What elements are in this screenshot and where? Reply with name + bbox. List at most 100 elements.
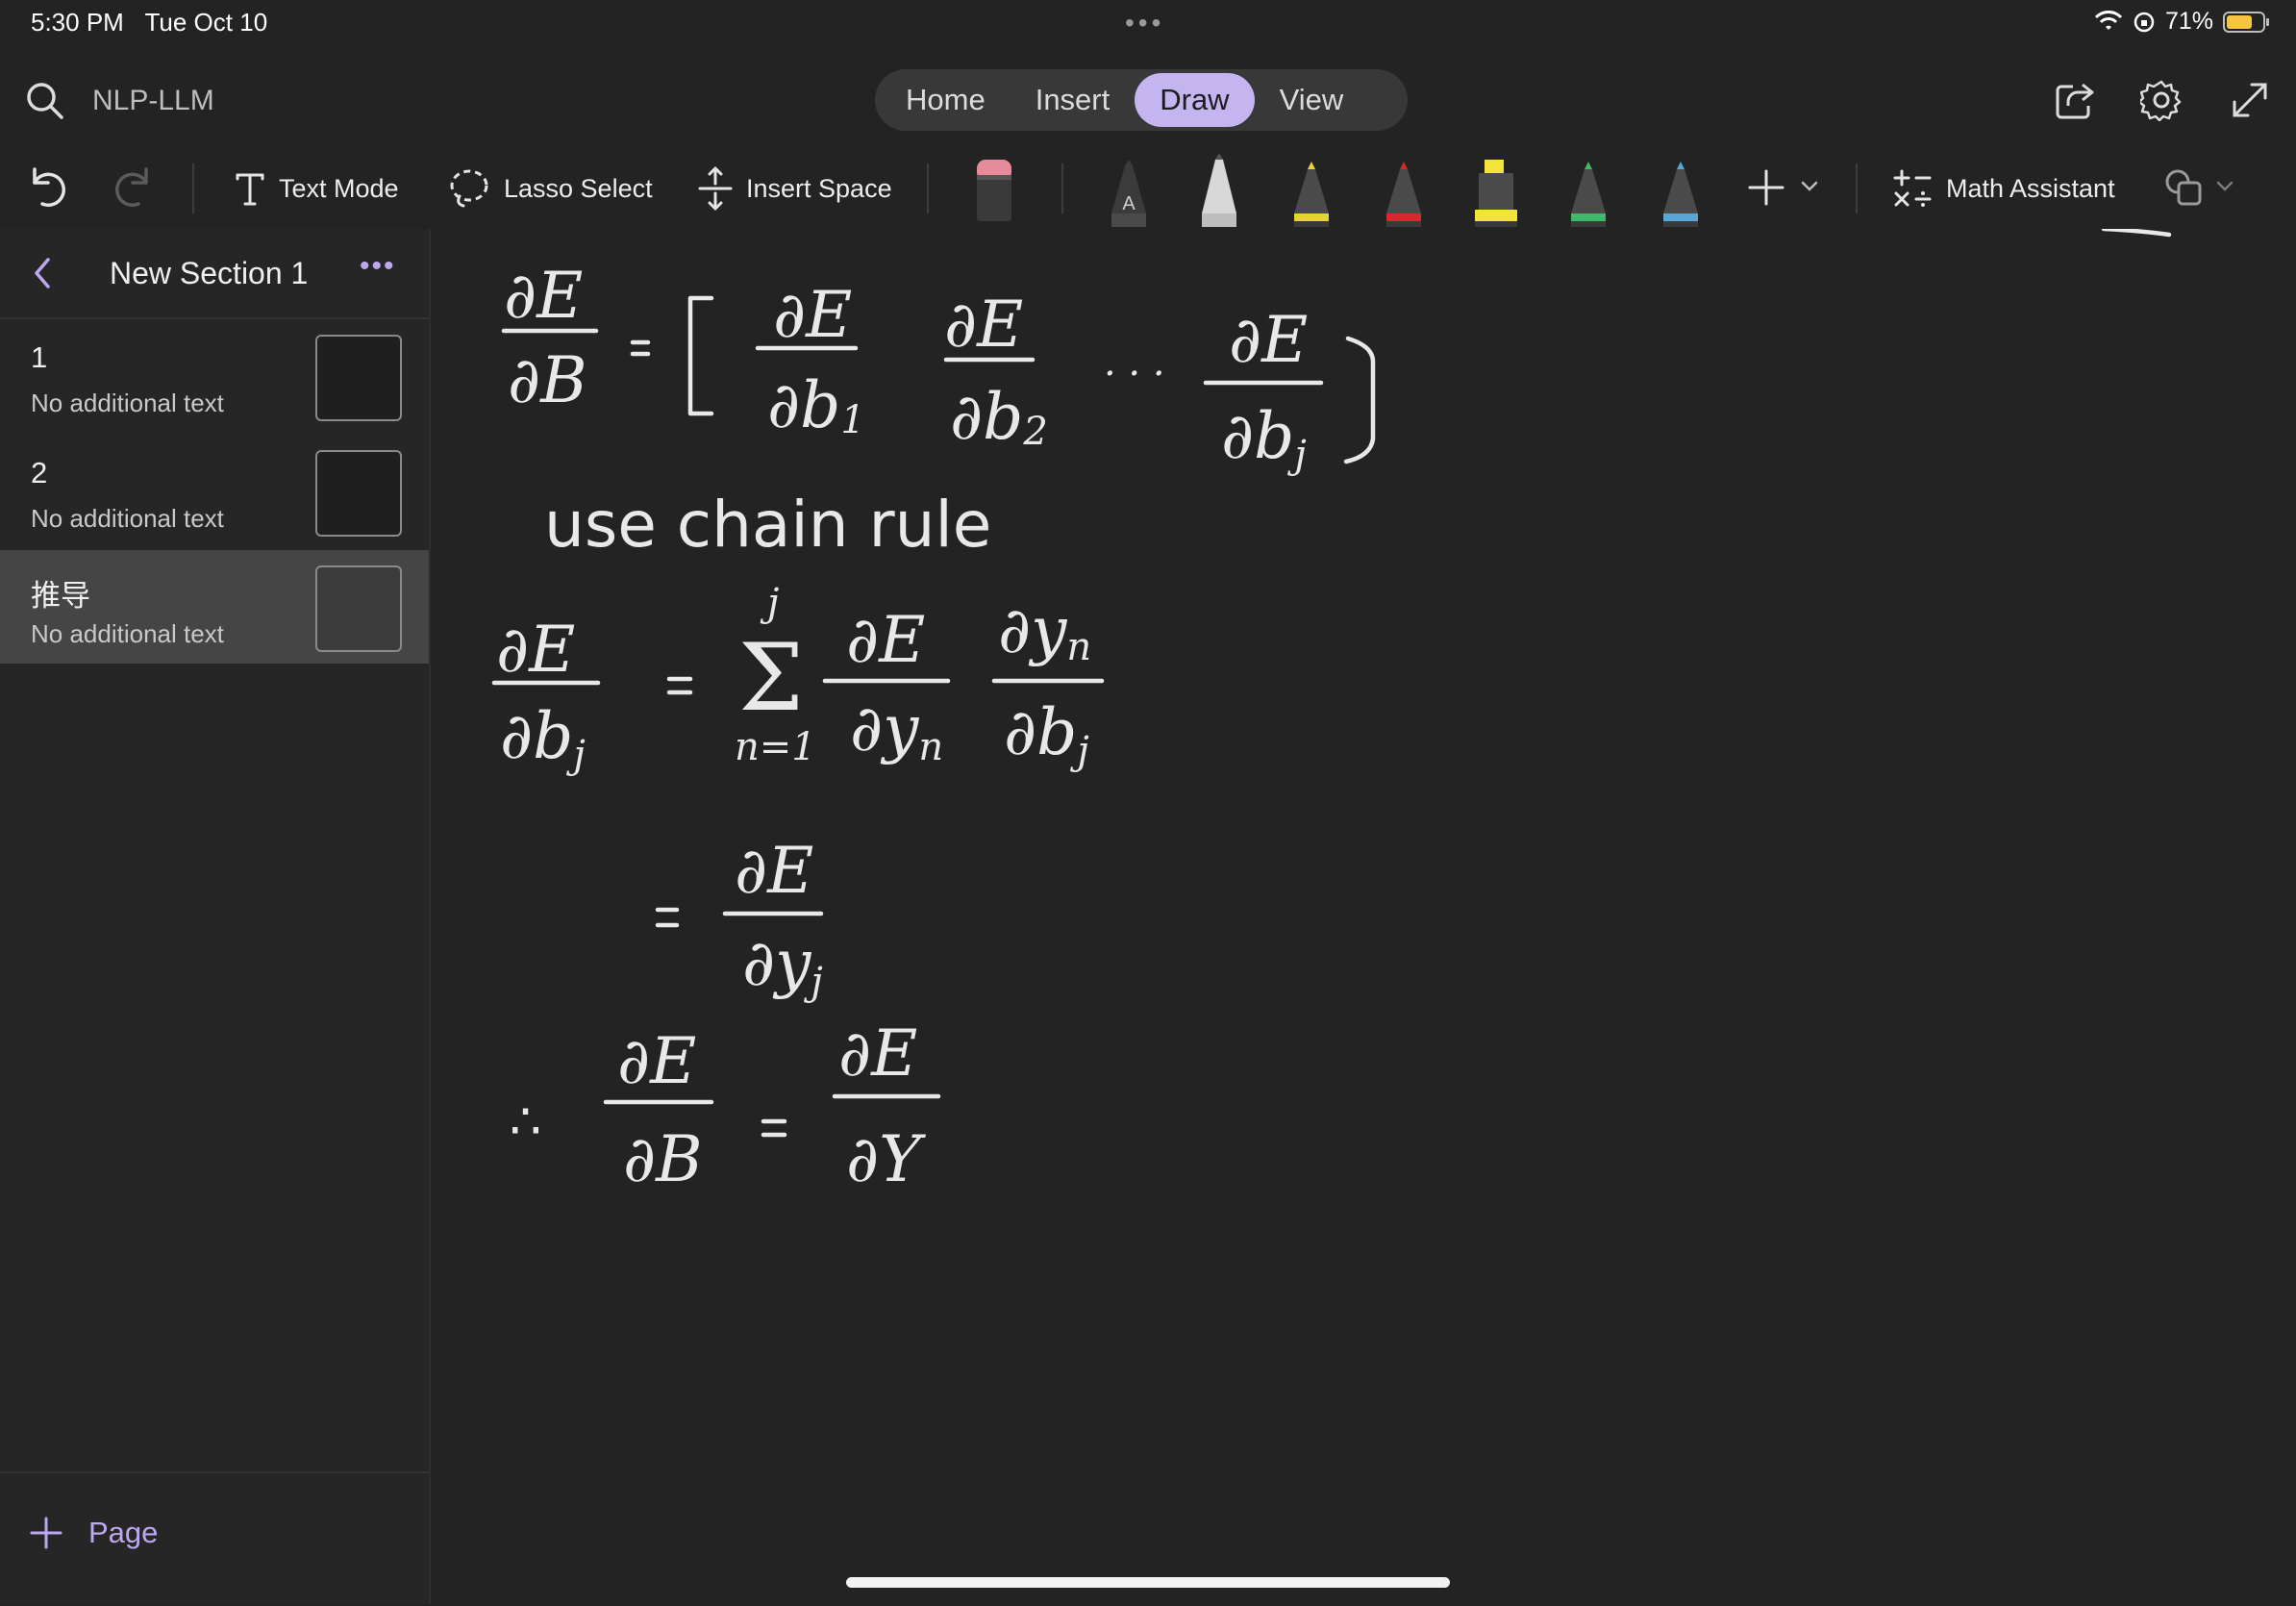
page-title: 2 (31, 456, 48, 489)
ink-stroke (2101, 229, 2172, 238)
lasso-select-button[interactable]: Lasso Select (448, 160, 653, 217)
multitasking-dots-icon[interactable]: ••• (1125, 8, 1164, 38)
svg-text:∂B: ∂B (508, 343, 587, 417)
math-assistant-label: Math Assistant (1946, 173, 2115, 203)
insert-space-icon (698, 166, 733, 211)
home-indicator[interactable] (846, 1577, 1450, 1588)
page-list-item[interactable]: 1 No additional text (0, 319, 429, 433)
gear-icon[interactable] (2140, 79, 2183, 121)
svg-text:n=1: n=1 (735, 725, 816, 769)
svg-text:∂E: ∂E (1229, 303, 1308, 377)
share-icon[interactable] (2054, 79, 2096, 121)
svg-text:∂B: ∂B (623, 1122, 703, 1196)
math-assistant-button[interactable]: Math Assistant (1892, 160, 2115, 217)
svg-text:∂E: ∂E (617, 1024, 696, 1098)
svg-text:j: j (760, 581, 779, 625)
page-title: 1 (31, 340, 48, 374)
status-bar: 5:30 PM Tue Oct 10 ••• 71% (0, 0, 2296, 50)
page-subtitle: No additional text (31, 389, 224, 417)
svg-text:∂bj: ∂bj (500, 699, 586, 777)
toolbar-divider (1061, 163, 1063, 213)
text-cursor-icon (236, 173, 264, 206)
insert-space-label: Insert Space (746, 173, 892, 203)
svg-text:∂E: ∂E (735, 834, 813, 908)
status-time-value: 5:30 PM (31, 8, 124, 37)
battery-percent: 71% (2164, 8, 2213, 35)
tab-insert[interactable]: Insert (1011, 73, 1136, 127)
svg-text:∴: ∴ (510, 1093, 541, 1151)
math-operators-icon (1893, 169, 1932, 207)
chevron-down-icon[interactable] (1800, 179, 1819, 194)
svg-text:∂yj: ∂yj (742, 926, 823, 1004)
svg-text:. . .: . . . (1104, 340, 1165, 385)
search-icon[interactable] (25, 81, 65, 121)
svg-text:∂yn: ∂yn (998, 593, 1091, 669)
more-options-icon[interactable]: ••• (360, 250, 396, 283)
tab-view[interactable]: View (1255, 73, 1369, 127)
add-page-button[interactable]: Page (0, 1471, 429, 1606)
shapes-chevron-down-icon[interactable] (2215, 179, 2234, 194)
undo-icon[interactable] (25, 163, 67, 210)
svg-text:∂b2: ∂b2 (950, 380, 1048, 454)
page-sidebar: New Section 1 ••• 1 No additional text 2… (0, 229, 431, 1604)
status-time: 5:30 PM Tue Oct 10 (31, 8, 267, 38)
battery-icon (2223, 11, 2269, 33)
notebook-name[interactable]: NLP-LLM (92, 85, 214, 117)
section-header: New Section 1 ••• (0, 229, 429, 319)
toolbar-divider (927, 163, 929, 213)
insert-space-button[interactable]: Insert Space (698, 160, 892, 217)
lasso-select-label: Lasso Select (504, 173, 653, 203)
text-mode-label: Text Mode (279, 173, 399, 203)
section-title: New Section 1 (110, 256, 309, 290)
note-canvas[interactable]: ∂E ∂B ∂E ∂b1 ∂E ∂b2 . . . ∂E ∂bj use cha… (431, 229, 2296, 1604)
pen-tool-yellow[interactable] (1290, 158, 1333, 227)
svg-text:∂E: ∂E (496, 613, 575, 687)
tab-home[interactable]: Home (881, 73, 1011, 127)
page-subtitle: No additional text (31, 619, 224, 648)
draw-toolbar: Text Mode Lasso Select Insert Space A Ma… (0, 150, 2296, 229)
ink-equation-1: ∂E ∂B ∂E ∂b1 ∂E ∂b2 . . . ∂E ∂bj (501, 259, 1376, 477)
page-list-item[interactable]: 2 No additional text (0, 435, 429, 548)
wifi-icon (2094, 10, 2123, 30)
status-date: Tue Oct 10 (144, 8, 268, 37)
status-indicators: 71% (2094, 8, 2271, 36)
highlighter-tool-yellow[interactable] (1471, 156, 1521, 227)
pen-tool-red[interactable] (1383, 158, 1425, 227)
svg-text:∂b1: ∂b1 (767, 368, 865, 442)
toolbar-divider (192, 163, 194, 213)
svg-text:Σ: Σ (738, 624, 804, 732)
page-thumbnail (315, 335, 402, 421)
orientation-lock-icon (2134, 12, 2155, 32)
text-mode-button[interactable]: Text Mode (235, 160, 399, 217)
shapes-icon[interactable] (2163, 167, 2206, 210)
pen-tool-white[interactable] (1198, 152, 1240, 227)
ink-equation-3: ∂E ∂yj (655, 834, 824, 1004)
redo-icon[interactable] (113, 163, 156, 210)
svg-text:∂E: ∂E (944, 288, 1023, 362)
top-bar: NLP-LLM Home Insert Draw View (0, 50, 2296, 150)
pen-tool-blue[interactable] (1660, 158, 1702, 227)
pen-tool-dark[interactable]: A (1108, 158, 1150, 227)
svg-text:∂E: ∂E (846, 603, 925, 677)
svg-text:∂bj: ∂bj (1004, 695, 1089, 773)
svg-text:∂Y: ∂Y (846, 1122, 926, 1196)
handwritten-ink: ∂E ∂B ∂E ∂b1 ∂E ∂b2 . . . ∂E ∂bj use cha… (491, 229, 2172, 1196)
add-page-label: Page (88, 1516, 159, 1549)
tab-draw[interactable]: Draw (1135, 73, 1255, 127)
svg-text:∂yn: ∂yn (850, 691, 943, 769)
lasso-icon (450, 169, 488, 208)
eraser-tool[interactable] (973, 158, 1015, 223)
svg-text:∂E: ∂E (838, 1016, 917, 1091)
page-list-item-active[interactable]: 推导 No additional text (0, 550, 429, 664)
page-thumbnail (315, 565, 402, 652)
fullscreen-expand-icon[interactable] (2229, 79, 2271, 121)
add-pen-icon[interactable] (1746, 167, 1786, 208)
toolbar-divider (1856, 163, 1858, 213)
ink-equation-4: ∴ ∂E ∂B ∂E ∂Y (510, 1016, 941, 1196)
page-subtitle: No additional text (31, 504, 224, 533)
pen-tool-green[interactable] (1567, 158, 1610, 227)
svg-text:∂E: ∂E (504, 259, 583, 333)
back-chevron-icon[interactable] (31, 256, 54, 290)
ribbon-tabs: Home Insert Draw View (875, 69, 1408, 131)
ink-equation-2: ∂E ∂bj j Σ n=1 ∂E ∂yn ∂yn ∂bj (491, 581, 1105, 777)
